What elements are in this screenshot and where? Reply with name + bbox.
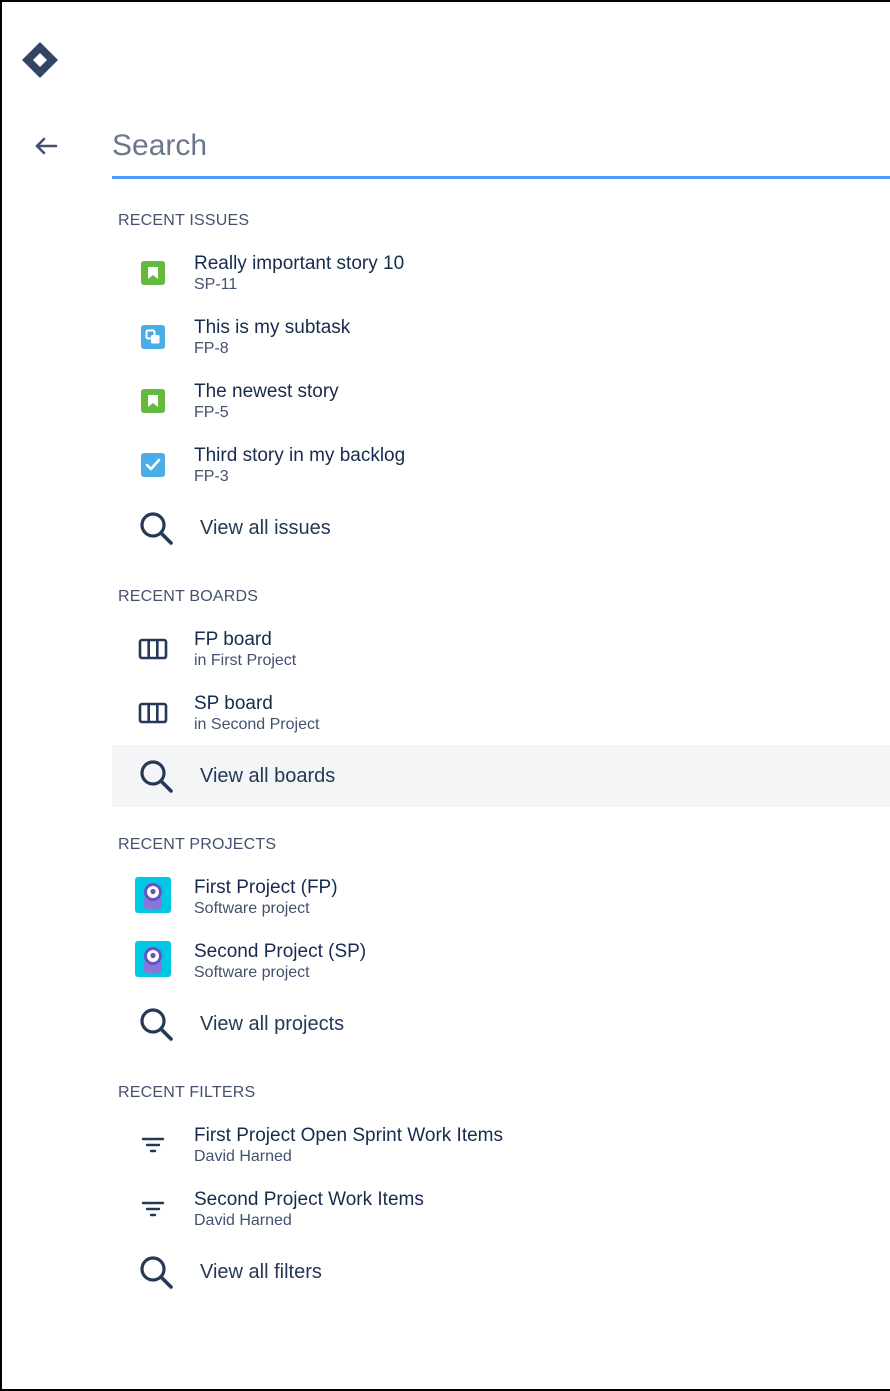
filter-item[interactable]: First Project Open Sprint Work Items Dav…: [112, 1113, 890, 1177]
project-title: Second Project (SP): [194, 940, 367, 962]
filter-owner: David Harned: [194, 1211, 292, 1229]
issue-title: The newest story: [194, 380, 339, 402]
issue-key: FP-3: [194, 467, 229, 485]
project-avatar-icon: [134, 876, 172, 919]
filter-item[interactable]: Second Project Work Items David Harned: [112, 1177, 890, 1241]
search-input[interactable]: [112, 120, 890, 172]
board-title: FP board: [194, 628, 272, 650]
issue-title: Third story in my backlog: [194, 444, 406, 466]
recent-filters-heading: RECENT FILTERS: [118, 1084, 256, 1101]
search-field: [112, 120, 890, 179]
recent-issues-heading: RECENT ISSUES: [118, 212, 250, 229]
issue-item[interactable]: The newest story FP-5: [112, 369, 890, 433]
recent-projects-heading: RECENT PROJECTS: [118, 836, 277, 853]
app-frame: RECENT ISSUES Really important story 10 …: [0, 0, 890, 1391]
board-item[interactable]: FP board in First Project: [112, 617, 890, 681]
board-project: in First Project: [194, 651, 297, 669]
subtask-icon: [141, 325, 165, 349]
filter-title: First Project Open Sprint Work Items: [194, 1124, 504, 1146]
board-icon: [112, 637, 194, 661]
issue-title: Really important story 10: [194, 252, 405, 274]
jira-logo-icon[interactable]: [20, 40, 60, 80]
project-type: Software project: [194, 899, 310, 917]
project-avatar-icon: [134, 940, 172, 983]
board-project: in Second Project: [194, 715, 320, 733]
view-all-projects-link[interactable]: View all projects: [112, 993, 890, 1055]
filter-icon: [112, 1198, 194, 1220]
view-all-issues-label: View all issues: [200, 516, 331, 539]
view-all-boards-link[interactable]: View all boards: [112, 745, 890, 807]
board-item[interactable]: SP board in Second Project: [112, 681, 890, 745]
story-icon: [141, 261, 165, 285]
issue-item[interactable]: Really important story 10 SP-11: [112, 241, 890, 305]
board-icon: [112, 701, 194, 725]
recent-boards-heading: RECENT BOARDS: [118, 588, 259, 605]
issue-key: SP-11: [194, 275, 238, 293]
issue-item[interactable]: This is my subtask FP-8: [112, 305, 890, 369]
view-all-issues-link[interactable]: View all issues: [112, 497, 890, 559]
back-arrow-icon[interactable]: [32, 132, 60, 160]
search-icon: [112, 1005, 200, 1043]
story-icon: [141, 389, 165, 413]
issue-title: This is my subtask: [194, 316, 351, 338]
search-icon: [112, 757, 200, 795]
issue-key: FP-8: [194, 339, 229, 357]
filter-icon: [112, 1134, 194, 1156]
search-icon: [112, 1253, 200, 1291]
project-title: First Project (FP): [194, 876, 338, 898]
filter-title: Second Project Work Items: [194, 1188, 424, 1210]
view-all-filters-label: View all filters: [200, 1260, 322, 1283]
search-results-panel: RECENT ISSUES Really important story 10 …: [112, 197, 890, 1317]
search-icon: [112, 509, 200, 547]
view-all-filters-link[interactable]: View all filters: [112, 1241, 890, 1303]
filter-owner: David Harned: [194, 1147, 292, 1165]
view-all-projects-label: View all projects: [200, 1012, 345, 1035]
board-title: SP board: [194, 692, 273, 714]
task-icon: [141, 453, 165, 477]
issue-key: FP-5: [194, 403, 229, 421]
view-all-boards-label: View all boards: [200, 764, 336, 787]
project-item[interactable]: Second Project (SP) Software project: [112, 929, 890, 993]
project-type: Software project: [194, 963, 310, 981]
project-item[interactable]: First Project (FP) Software project: [112, 865, 890, 929]
issue-item[interactable]: Third story in my backlog FP-3: [112, 433, 890, 497]
